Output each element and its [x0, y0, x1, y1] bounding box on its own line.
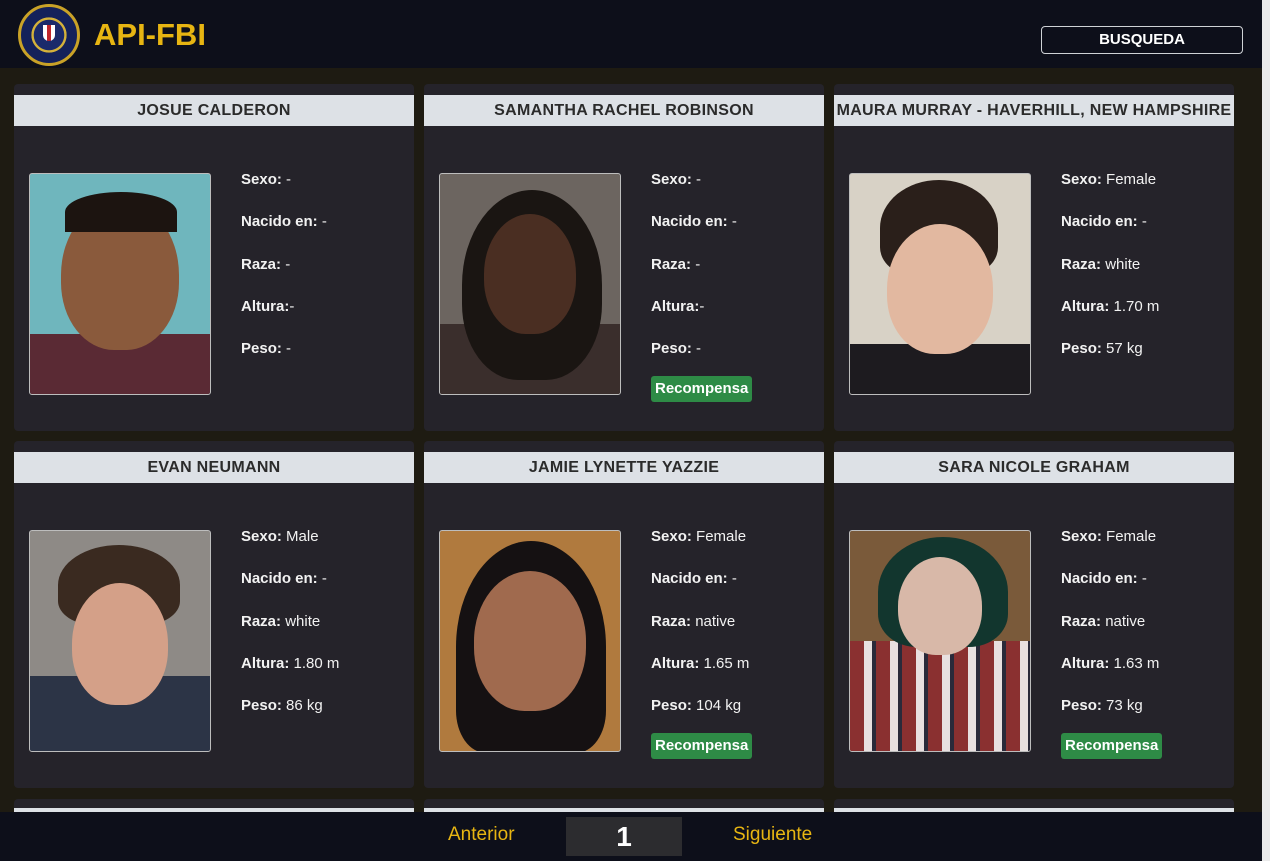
person-card[interactable]: JOSUE CALDERON Sexo: - Nacido en: - Raza… [14, 84, 414, 431]
born-row: Nacido en: - [241, 570, 327, 588]
sex-row: Sexo: Female [1061, 528, 1157, 545]
born-value: - [731, 213, 737, 231]
height-value: 1.65 m [703, 654, 750, 672]
sex-row: Sexo: Female [651, 528, 747, 545]
person-details: Sexo: Male Nacido en: - Raza: white Altu… [241, 527, 339, 738]
person-photo [29, 173, 211, 395]
person-photo [439, 173, 621, 395]
vertical-scrollbar[interactable] [1262, 0, 1270, 861]
race-value: native [1105, 612, 1146, 630]
born-row: Nacido en: - [651, 213, 737, 231]
born-value: - [321, 570, 327, 588]
sex-row: Sexo: Male [241, 528, 319, 545]
person-name: SAMANTHA RACHEL ROBINSON [424, 95, 824, 126]
person-card[interactable]: SARA NICOLE GRAHAM Sexo: Female Nacido e… [834, 441, 1234, 788]
person-details: Sexo: - Nacido en: - Raza: - Altura:- Pe… [651, 170, 737, 381]
previous-page-link[interactable]: Anterior [448, 824, 515, 846]
person-details: Sexo: Female Nacido en: - Raza: native A… [1061, 527, 1159, 738]
weight-value: 104 kg [696, 697, 742, 715]
weight-row: Peso: - [241, 340, 292, 358]
race-row: Raza: - [241, 255, 291, 273]
born-value: - [1141, 213, 1147, 231]
height-value: 1.63 m [1113, 654, 1160, 672]
born-row: Nacido en: - [1061, 213, 1147, 231]
race-row: Raza: native [651, 612, 736, 630]
search-button[interactable]: BUSQUEDA [1041, 26, 1243, 54]
sex-value: Male [286, 528, 319, 545]
weight-row: Peso: 86 kg [241, 697, 323, 715]
person-name: SARA NICOLE GRAHAM [834, 452, 1234, 483]
reward-badge[interactable]: Recompensa [1061, 733, 1163, 759]
born-value: - [1141, 570, 1147, 588]
born-row: Nacido en: - [1061, 570, 1147, 588]
race-value: - [285, 255, 291, 273]
height-row: Altura: 1.65 m [651, 654, 750, 672]
top-navbar: API-FBI BUSQUEDA [0, 0, 1262, 68]
born-row: Nacido en: - [241, 213, 327, 231]
race-row: Raza: native [1061, 612, 1146, 630]
brand-title: API-FBI [94, 17, 206, 52]
next-page-link[interactable]: Siguiente [733, 824, 812, 846]
born-value: - [321, 213, 327, 231]
born-value: - [731, 570, 737, 588]
person-details: Sexo: - Nacido en: - Raza: - Altura:- Pe… [241, 170, 327, 381]
sex-row: Sexo: - [241, 171, 292, 188]
person-name: JOSUE CALDERON [14, 95, 414, 126]
person-details: Sexo: Female Nacido en: - Raza: native A… [651, 527, 749, 738]
weight-value: 86 kg [286, 697, 323, 715]
race-value: - [695, 255, 701, 273]
weight-row: Peso: 57 kg [1061, 340, 1143, 358]
race-value: native [695, 612, 736, 630]
person-photo [29, 530, 211, 752]
weight-value: - [286, 340, 292, 358]
person-card[interactable]: MAURA MURRAY - HAVERHILL, NEW HAMPSHIRE … [834, 84, 1234, 431]
height-row: Altura: 1.70 m [1061, 297, 1160, 315]
fbi-seal-logo [18, 4, 80, 66]
person-name: JAMIE LYNETTE YAZZIE [424, 452, 824, 483]
sex-value: Female [1106, 528, 1157, 545]
born-row: Nacido en: - [651, 570, 737, 588]
person-card[interactable]: EVAN NEUMANN Sexo: Male Nacido en: - Raz… [14, 441, 414, 788]
height-row: Altura:- [241, 297, 295, 315]
person-photo [849, 530, 1031, 752]
height-row: Altura: 1.80 m [241, 654, 340, 672]
sex-value: - [286, 171, 292, 188]
height-value: 1.70 m [1113, 297, 1160, 315]
height-row: Altura: 1.63 m [1061, 654, 1160, 672]
person-photo [439, 530, 621, 752]
brand[interactable]: API-FBI [18, 4, 206, 66]
sex-row: Sexo: Female [1061, 171, 1157, 188]
race-value: white [1105, 255, 1141, 273]
person-photo [849, 173, 1031, 395]
person-name: EVAN NEUMANN [14, 452, 414, 483]
person-details: Sexo: Female Nacido en: - Raza: white Al… [1061, 170, 1159, 381]
reward-badge[interactable]: Recompensa [651, 733, 753, 759]
reward-badge[interactable]: Recompensa [651, 376, 753, 402]
weight-value: 57 kg [1106, 340, 1143, 358]
race-row: Raza: - [651, 255, 701, 273]
sex-value: Female [1106, 171, 1157, 188]
sex-value: Female [696, 528, 747, 545]
person-card[interactable]: SAMANTHA RACHEL ROBINSON Sexo: - Nacido … [424, 84, 824, 431]
person-name: MAURA MURRAY - HAVERHILL, NEW HAMPSHIRE [834, 95, 1234, 126]
weight-value: 73 kg [1106, 697, 1143, 715]
race-value: white [285, 612, 321, 630]
sex-value: - [696, 171, 702, 188]
current-page-number: 1 [566, 817, 682, 856]
pagination-bar: Anterior 1 Siguiente [0, 812, 1262, 861]
race-row: Raza: white [1061, 255, 1141, 273]
person-card[interactable]: JAMIE LYNETTE YAZZIE Sexo: Female Nacido… [424, 441, 824, 788]
weight-value: - [696, 340, 702, 358]
height-row: Altura:- [651, 297, 705, 315]
height-value: - [289, 297, 295, 315]
height-value: - [699, 297, 705, 315]
race-row: Raza: white [241, 612, 321, 630]
sex-row: Sexo: - [651, 171, 702, 188]
height-value: 1.80 m [293, 654, 340, 672]
